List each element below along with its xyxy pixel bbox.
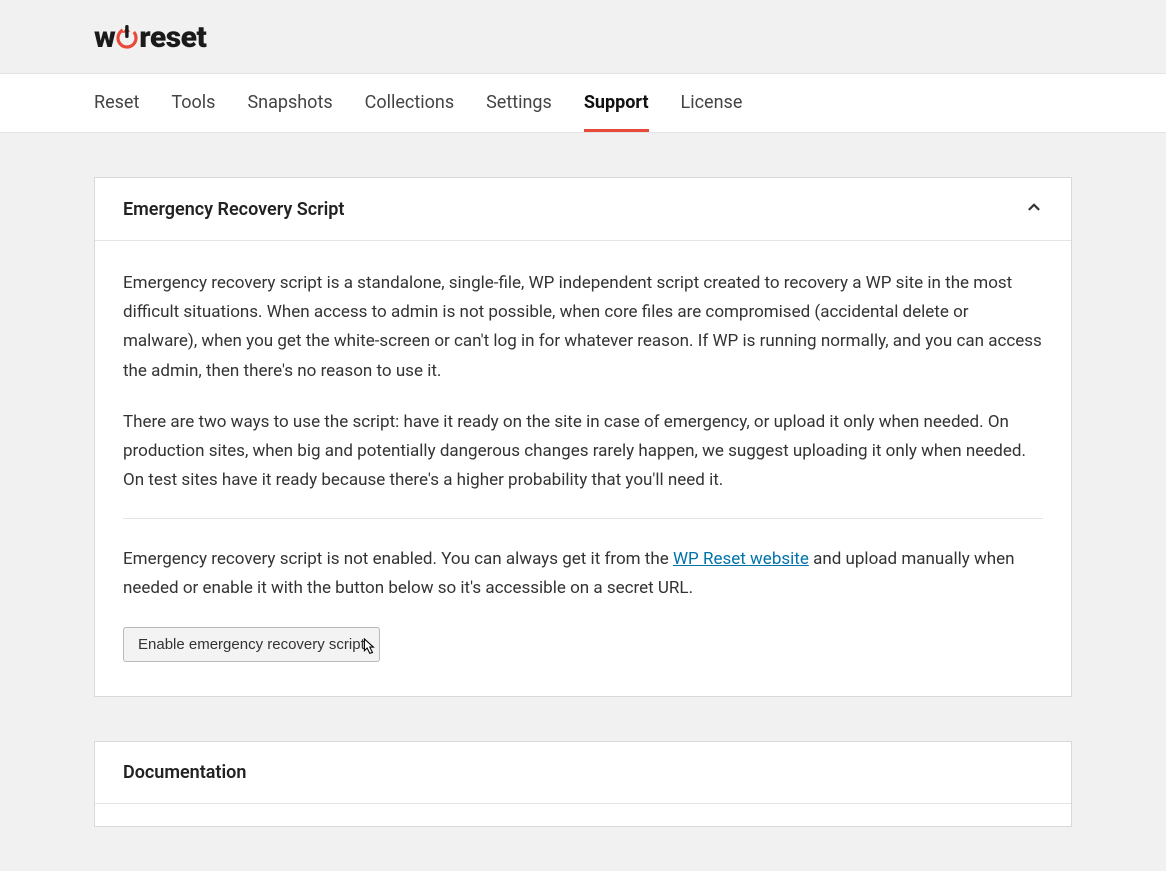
panel-paragraph: Emergency recovery script is a standalon…: [123, 269, 1043, 386]
tab-tools[interactable]: Tools: [171, 74, 215, 132]
content: Emergency Recovery Script Emergency reco…: [0, 133, 1166, 827]
panel-documentation: Documentation: [94, 741, 1072, 827]
tab-reset[interactable]: Reset: [94, 74, 139, 132]
text: Emergency recovery script is not enabled…: [123, 549, 673, 569]
panel-title: Emergency Recovery Script: [123, 199, 344, 220]
tab-license[interactable]: License: [681, 74, 743, 132]
wp-reset-website-link[interactable]: WP Reset website: [673, 549, 809, 569]
tabbar: Reset Tools Snapshots Collections Settin…: [0, 73, 1166, 133]
chevron-up-icon: [1025, 198, 1043, 220]
tab-support[interactable]: Support: [584, 74, 649, 132]
tab-snapshots[interactable]: Snapshots: [247, 74, 332, 132]
panel-emergency-recovery: Emergency Recovery Script Emergency reco…: [94, 177, 1072, 697]
panel-body: [95, 804, 1071, 826]
logo-suffix: reset: [139, 20, 206, 55]
tab-settings[interactable]: Settings: [486, 74, 552, 132]
panel-title: Documentation: [123, 762, 246, 783]
header: w reset: [0, 0, 1166, 73]
tab-collections[interactable]: Collections: [365, 74, 454, 132]
panel-body: Emergency recovery script is a standalon…: [95, 241, 1071, 696]
logo-prefix: w: [94, 20, 115, 55]
panel-paragraph: Emergency recovery script is not enabled…: [123, 545, 1043, 603]
logo-accent-icon: [116, 25, 138, 51]
logo: w reset: [94, 20, 206, 55]
panel-header-documentation[interactable]: Documentation: [95, 742, 1071, 804]
enable-emergency-recovery-button[interactable]: Enable emergency recovery script: [123, 627, 380, 662]
panel-header-emergency[interactable]: Emergency Recovery Script: [95, 178, 1071, 241]
divider: [123, 518, 1043, 519]
panel-paragraph: There are two ways to use the script: ha…: [123, 408, 1043, 496]
